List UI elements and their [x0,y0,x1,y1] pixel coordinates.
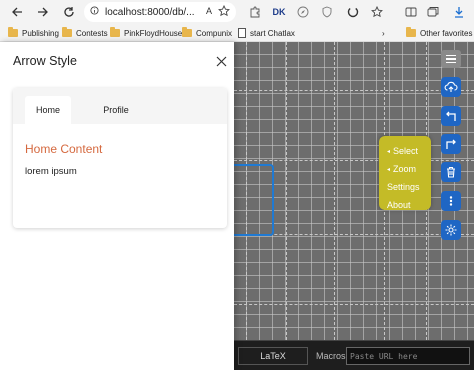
hamburger-icon-line [446,58,456,60]
bookmark-label: start Chatlax [250,28,295,38]
more-options-button[interactable] [441,191,461,211]
reload-icon[interactable] [60,3,78,21]
tab-bar: Home Profile [13,88,227,124]
arrow-style-panel: Arrow Style Home Profile Home Content lo… [0,42,234,370]
bookmark-label: PinkFloydHouse [124,28,183,38]
compass-icon[interactable] [294,3,312,21]
grid-line [234,304,474,305]
context-menu: ◂ Select ◂ Zoom Settings About [379,136,431,210]
more-vertical-icon [449,196,453,206]
bookmark-pinkfloydhouse[interactable]: PinkFloydHouse [110,26,182,40]
folder-icon [62,27,72,37]
redo-button[interactable] [441,134,461,154]
shield-icon[interactable] [318,3,336,21]
browser-toolbar: localhost:8000/db/... A DK [0,0,474,24]
redo-arrow-icon [446,139,456,149]
bottom-bar: LaTeX Macros: [234,340,474,370]
grid-line [234,160,474,161]
collections-icon[interactable] [424,3,442,21]
refresh-extension-icon[interactable] [344,3,362,21]
menu-item-label: Zoom [393,164,417,174]
forward-icon[interactable] [34,3,52,21]
undo-button[interactable] [441,106,461,126]
folder-icon [182,27,192,37]
menu-item-zoom[interactable]: ◂ Zoom [387,160,431,178]
diagram-node[interactable] [234,164,274,236]
folder-icon [8,27,18,37]
other-favorites[interactable]: Other favorites [406,26,472,40]
menu-item-label: Select [393,146,419,156]
content-title: Home Content [25,142,103,156]
panel-title: Arrow Style [13,54,77,68]
hamburger-icon-line [446,54,456,57]
favorite-star-icon[interactable] [218,4,230,20]
cloud-upload-icon [444,81,458,92]
cloud-upload-button[interactable] [441,77,461,97]
delete-button[interactable] [441,162,461,182]
settings-button[interactable] [441,220,461,240]
bookmark-start-chatlax[interactable]: start Chatlax [238,26,295,40]
menu-item-select[interactable]: ◂ Select [387,142,431,160]
grid-line [334,42,335,340]
bookmarks-overflow-button[interactable]: › [382,26,385,40]
close-button[interactable] [214,54,228,68]
menu-item-about[interactable]: About [387,196,431,214]
profile-download-icon[interactable] [450,3,468,21]
menu-item-label: Settings [387,182,420,192]
bullet-icon: ◂ [387,166,391,173]
hamburger-menu-button[interactable] [441,50,461,68]
bullet-icon: ◂ [387,148,391,155]
diagram-canvas[interactable]: ◂ Select ◂ Zoom Settings About LaTeX Mac… [234,42,474,370]
other-favorites-label: Other favorites [420,28,473,38]
close-icon [216,56,226,66]
macros-label: Macros: [316,351,349,361]
bookmarks-bar: Publishing Contests PinkFloydHouse Compu… [0,24,474,42]
undo-arrow-icon [446,111,456,121]
tab-card: Home Profile Home Content lorem ipsum [13,88,227,228]
favorites-star-icon[interactable] [368,3,386,21]
grid-line [286,42,287,340]
grid-line [234,90,474,91]
dk-extension-icon[interactable]: DK [270,3,288,21]
menu-item-settings[interactable]: Settings [387,178,431,196]
chevron-right-icon: › [382,28,385,38]
bookmark-compunix[interactable]: Compunix [182,26,232,40]
tab-home[interactable]: Home [25,96,71,124]
address-text: localhost:8000/db/... [105,6,195,18]
bookmark-label: Compunix [196,28,233,38]
extension-puzzle-icon[interactable] [246,3,264,21]
folder-icon [110,27,120,37]
content-body: lorem ipsum [25,166,77,177]
macros-url-input[interactable] [346,347,470,365]
folder-icon [406,27,416,37]
address-bar[interactable]: localhost:8000/db/... A [84,2,236,22]
trash-icon [447,166,455,178]
tab-profile[interactable]: Profile [91,96,141,124]
bookmark-label: Contests [76,28,108,38]
bookmark-label: Publishing [22,28,59,38]
back-icon[interactable] [8,3,26,21]
bookmark-publishing[interactable]: Publishing [8,26,59,40]
gear-icon [445,224,457,236]
menu-item-label: About [387,200,411,210]
bookmark-contests[interactable]: Contests [62,26,108,40]
split-screen-icon[interactable] [402,3,420,21]
info-icon[interactable] [90,6,99,18]
page-icon [238,28,246,38]
hamburger-icon-line [446,61,456,64]
latex-button[interactable]: LaTeX [238,347,308,365]
reader-mode-icon[interactable]: A [206,6,212,16]
